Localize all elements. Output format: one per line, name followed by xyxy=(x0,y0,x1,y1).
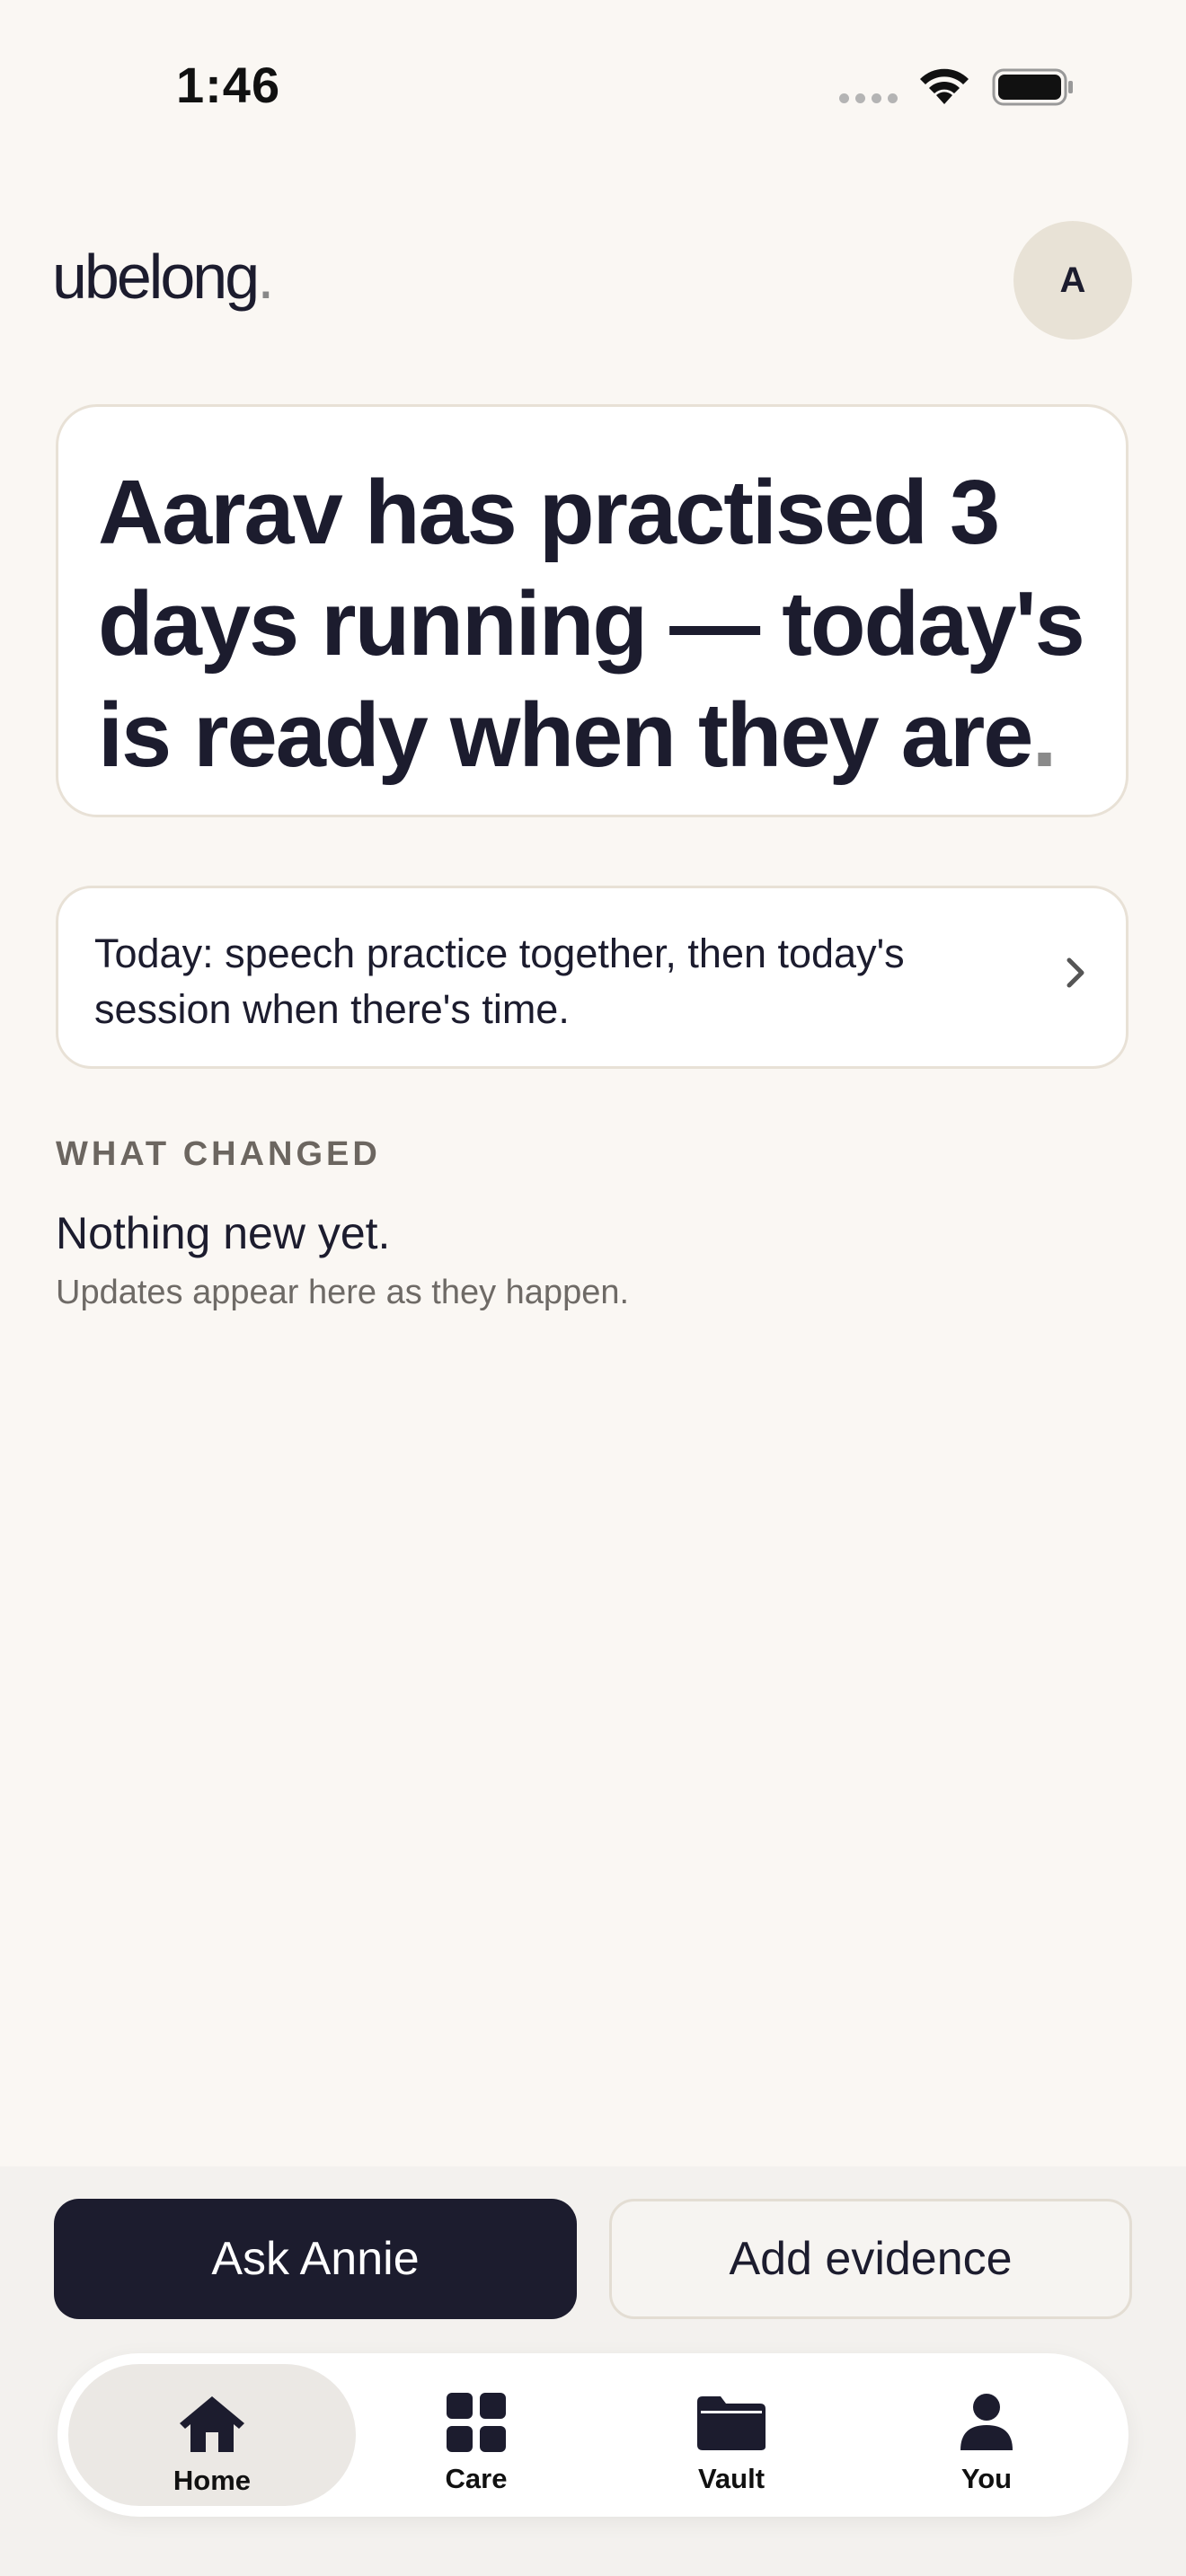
tab-you-label: You xyxy=(960,2463,1013,2494)
logo-text: ubelong xyxy=(52,242,260,312)
status-time: 1:46 xyxy=(176,57,281,113)
tab-vault[interactable]: Vault xyxy=(588,2364,875,2506)
empty-state-title: Nothing new yet. xyxy=(56,1208,391,1258)
today-card[interactable]: Today: speech practice together, then to… xyxy=(56,886,1128,1069)
add-evidence-button[interactable]: Add evidence xyxy=(609,2199,1132,2319)
hero-message: Aarav has practised 3 days running — tod… xyxy=(98,457,1086,791)
avatar-initial: A xyxy=(1059,260,1086,300)
tab-bar: Home Care Vault You xyxy=(58,2353,1128,2517)
what-changed-heading: WHAT CHANGED xyxy=(56,1135,381,1173)
status-bar: 1:46 xyxy=(0,0,1186,180)
tab-vault-label: Vault xyxy=(697,2463,766,2494)
empty-state-subtitle: Updates appear here as they happen. xyxy=(56,1274,630,1311)
hero-trailing-dot: . xyxy=(1031,685,1057,786)
ask-annie-button[interactable]: Ask Annie xyxy=(54,2199,577,2319)
wifi-icon xyxy=(920,68,969,104)
folder-icon xyxy=(697,2396,766,2450)
chevron-right-icon xyxy=(1067,957,1084,988)
tab-care[interactable]: Care xyxy=(332,2364,620,2506)
tab-care-label: Care xyxy=(445,2463,508,2494)
home-icon xyxy=(180,2396,244,2452)
hero-text: Aarav has practised 3 days running — tod… xyxy=(98,463,1085,786)
battery-icon xyxy=(992,68,1073,106)
tab-home-label: Home xyxy=(173,2465,252,2496)
tab-home[interactable]: Home xyxy=(68,2364,356,2506)
hero-card: Aarav has practised 3 days running — tod… xyxy=(56,404,1128,817)
app-logo: ubelong. xyxy=(52,241,275,313)
avatar[interactable]: A xyxy=(1013,221,1132,340)
person-icon xyxy=(960,2394,1013,2450)
logo-dot: . xyxy=(257,242,275,312)
tab-you[interactable]: You xyxy=(843,2364,1130,2506)
today-summary: Today: speech practice together, then to… xyxy=(94,931,905,1032)
cellular-signal-icon xyxy=(839,92,904,108)
grid-icon xyxy=(447,2393,506,2452)
